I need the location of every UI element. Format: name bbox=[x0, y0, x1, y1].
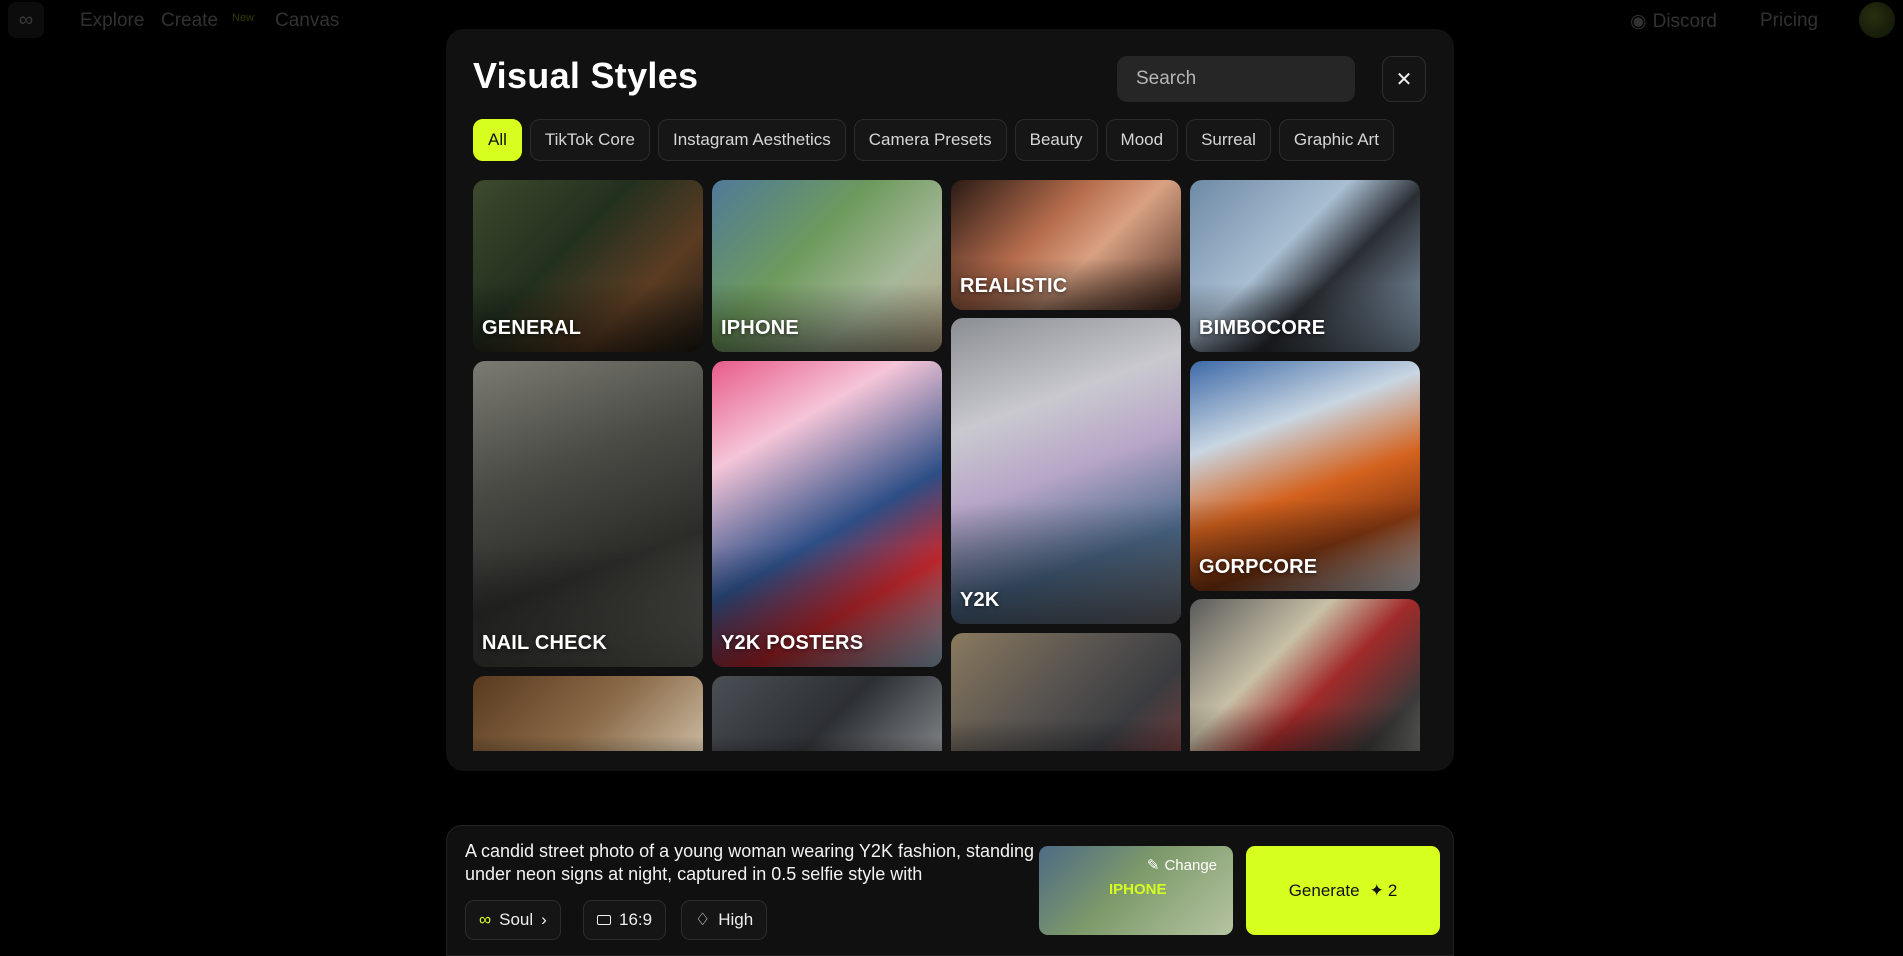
generate-label: Generate bbox=[1288, 880, 1360, 900]
filter-camera-presets[interactable]: Camera Presets bbox=[853, 119, 1007, 161]
aspect-ratio-icon bbox=[597, 915, 611, 925]
aspect-ratio-selector[interactable]: 16:9 bbox=[583, 900, 667, 940]
pencil-icon: ✎ bbox=[1146, 857, 1160, 874]
style-card-y2k-posters[interactable]: Y2K POSTERS bbox=[712, 361, 942, 667]
styles-grid: GENERAL NAIL CHECK IPHONE Y2K POSTERS RE… bbox=[473, 180, 1433, 751]
filter-tiktok-core[interactable]: TikTok Core bbox=[529, 119, 650, 161]
close-button[interactable]: ✕ bbox=[1382, 56, 1426, 102]
style-label: Y2K bbox=[960, 589, 1000, 611]
nav-discord[interactable]: ◉ Discord bbox=[1630, 10, 1717, 33]
style-label: REALISTIC bbox=[960, 275, 1068, 297]
filter-tabs: All TikTok Core Instagram Aesthetics Cam… bbox=[473, 119, 1394, 161]
model-label: Soul bbox=[499, 910, 534, 929]
style-label: GENERAL bbox=[482, 317, 582, 339]
visual-styles-modal: Visual Styles ✕ All TikTok Core Instagra… bbox=[446, 29, 1454, 771]
style-card-bimbocore[interactable]: BIMBOCORE bbox=[1190, 180, 1420, 352]
diamond-icon: ♢ bbox=[695, 910, 711, 929]
style-card-y2k[interactable]: Y2K bbox=[951, 318, 1181, 624]
nav-explore[interactable]: Explore bbox=[80, 10, 144, 32]
style-card-general[interactable]: GENERAL bbox=[473, 180, 703, 352]
style-card-gorpcore[interactable]: GORPCORE bbox=[1190, 361, 1420, 591]
model-selector[interactable]: ∞ Soul › bbox=[465, 900, 561, 940]
prompt-textarea[interactable]: A candid street photo of a young woman w… bbox=[465, 840, 1035, 886]
style-card-partial[interactable] bbox=[712, 676, 942, 751]
search-input[interactable] bbox=[1117, 56, 1355, 102]
discord-icon: ◉ bbox=[1630, 11, 1647, 32]
filter-graphic-art[interactable]: Graphic Art bbox=[1278, 119, 1394, 161]
filter-mood[interactable]: Mood bbox=[1105, 119, 1179, 161]
nav-create[interactable]: Create bbox=[161, 10, 218, 32]
sparkle-icon: ✦ bbox=[1369, 880, 1384, 900]
prompt-composer: A candid street photo of a young woman w… bbox=[446, 825, 1454, 956]
style-card-iphone[interactable]: IPHONE bbox=[712, 180, 942, 352]
filter-beauty[interactable]: Beauty bbox=[1014, 119, 1098, 161]
change-label: Change bbox=[1164, 856, 1217, 874]
style-card-nail-check[interactable]: NAIL CHECK bbox=[473, 361, 703, 667]
change-style-button[interactable]: ✎ Change bbox=[1146, 856, 1217, 875]
user-avatar[interactable] bbox=[1859, 2, 1895, 38]
filter-instagram-aesthetics[interactable]: Instagram Aesthetics bbox=[657, 119, 846, 161]
style-card-partial[interactable] bbox=[951, 633, 1181, 751]
style-label: Y2K POSTERS bbox=[721, 632, 864, 654]
modal-title: Visual Styles bbox=[473, 55, 699, 96]
style-label: BIMBOCORE bbox=[1199, 317, 1326, 339]
filter-surreal[interactable]: Surreal bbox=[1186, 119, 1271, 161]
selected-style-thumbnail[interactable]: ✎ Change IPHONE bbox=[1039, 846, 1233, 935]
style-label: GORPCORE bbox=[1199, 556, 1318, 578]
app-logo-icon[interactable]: ∞ bbox=[8, 2, 44, 38]
chevron-right-icon: › bbox=[541, 910, 547, 929]
quality-label: High bbox=[718, 910, 754, 929]
quality-selector[interactable]: ♢ High bbox=[681, 900, 768, 940]
style-label: IPHONE bbox=[721, 317, 799, 339]
style-card-partial[interactable] bbox=[1190, 599, 1420, 751]
style-label: NAIL CHECK bbox=[482, 632, 607, 654]
soul-icon: ∞ bbox=[479, 910, 492, 929]
nav-pricing[interactable]: Pricing bbox=[1760, 10, 1818, 32]
style-card-realistic[interactable]: REALISTIC bbox=[951, 180, 1181, 310]
discord-label: Discord bbox=[1652, 10, 1717, 32]
nav-canvas[interactable]: Canvas bbox=[275, 10, 339, 32]
generate-button[interactable]: Generate ✦ 2 bbox=[1246, 846, 1440, 935]
filter-all[interactable]: All bbox=[473, 119, 522, 161]
credits-count: 2 bbox=[1387, 880, 1398, 900]
new-badge: New bbox=[232, 12, 255, 24]
close-icon: ✕ bbox=[1395, 68, 1413, 91]
aspect-ratio-label: 16:9 bbox=[619, 910, 653, 929]
style-card-partial[interactable] bbox=[473, 676, 703, 751]
selected-style-name: IPHONE bbox=[1109, 881, 1167, 898]
